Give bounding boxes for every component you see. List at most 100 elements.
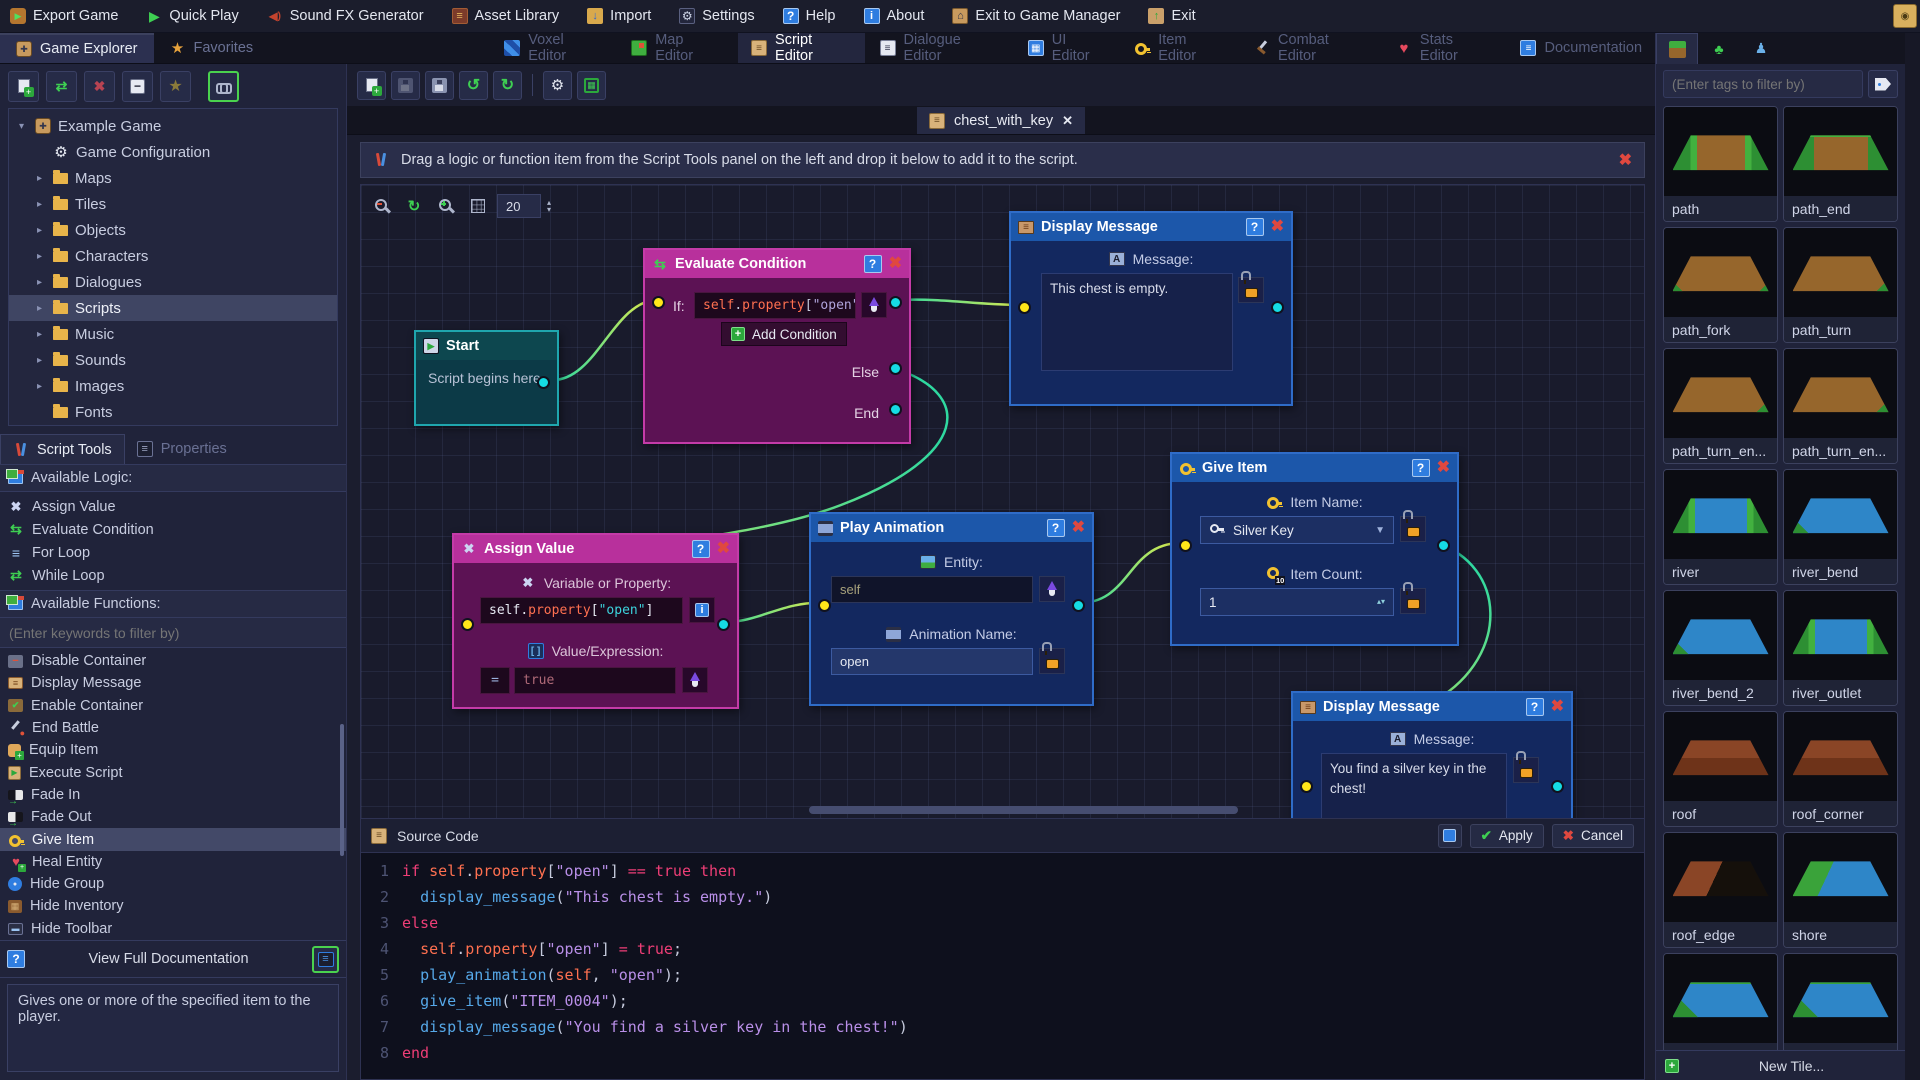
node-header[interactable]: Play Animation ? ✖ bbox=[811, 514, 1092, 542]
output-port[interactable] bbox=[1072, 599, 1085, 612]
function-item[interactable]: Execute Script bbox=[0, 761, 346, 783]
zoom-in-button[interactable] bbox=[433, 193, 459, 219]
message-textarea[interactable]: This chest is empty. bbox=[1041, 273, 1233, 371]
tile-card[interactable]: path_turn_en... bbox=[1783, 348, 1898, 464]
output-port[interactable] bbox=[717, 618, 730, 631]
script-canvas[interactable]: ↻ 20 ▴▾ Start Script begins here Evaluat… bbox=[360, 184, 1645, 820]
output-port[interactable] bbox=[1271, 301, 1284, 314]
item-name-dropdown[interactable]: Silver Key ▼ bbox=[1200, 516, 1394, 544]
function-item[interactable]: Hide Toolbar bbox=[0, 918, 346, 940]
tile-card[interactable]: shore_and_co... bbox=[1783, 953, 1898, 1050]
script-settings-button[interactable] bbox=[543, 70, 572, 100]
node-header[interactable]: Assign Value ? ✖ bbox=[454, 535, 737, 563]
function-item[interactable]: Hide Group bbox=[0, 873, 346, 895]
node-help-button[interactable]: ? bbox=[691, 540, 710, 558]
save-as-button[interactable] bbox=[425, 70, 454, 100]
doc-list-button[interactable] bbox=[312, 945, 339, 973]
function-item[interactable]: Hide Inventory bbox=[0, 895, 346, 917]
operator-field[interactable]: = bbox=[480, 667, 510, 694]
function-item[interactable]: Give Item bbox=[0, 828, 346, 851]
tag-button[interactable] bbox=[1868, 70, 1898, 98]
tree-item[interactable]: ▸ Scripts bbox=[9, 295, 337, 321]
tree-item[interactable]: ▸ Images bbox=[9, 373, 337, 399]
tab-characters[interactable] bbox=[1740, 33, 1782, 64]
node-assign-value[interactable]: Assign Value ? ✖ Variable or Property: s… bbox=[452, 533, 739, 709]
undo-button[interactable] bbox=[459, 70, 488, 100]
logic-item[interactable]: Assign Value bbox=[0, 495, 346, 518]
tab-tiles[interactable] bbox=[1656, 33, 1698, 64]
node-start-header[interactable]: Start bbox=[416, 332, 557, 360]
input-port[interactable] bbox=[461, 618, 474, 631]
function-item[interactable]: Heal Entity bbox=[0, 851, 346, 873]
end-output-port[interactable] bbox=[889, 403, 902, 416]
menu-item[interactable]: Settings bbox=[679, 8, 755, 24]
menu-item[interactable]: About bbox=[863, 8, 924, 24]
collapse-all-button[interactable] bbox=[122, 70, 153, 102]
entity-field[interactable]: self bbox=[831, 576, 1033, 603]
node-evaluate-header[interactable]: Evaluate Condition ? ✖ bbox=[645, 250, 909, 278]
tile-card[interactable]: path_fork bbox=[1663, 227, 1778, 343]
tree-item[interactable]: Fonts bbox=[9, 399, 337, 425]
zoom-out-button[interactable] bbox=[369, 193, 395, 219]
tree-item[interactable]: ▸ Characters bbox=[9, 243, 337, 269]
editor-tab[interactable]: Dialogue Editor bbox=[867, 32, 1013, 64]
lock-button[interactable] bbox=[1238, 277, 1264, 303]
new-tile-bar[interactable]: New Tile... bbox=[1656, 1050, 1905, 1080]
tile-card[interactable]: river_bend bbox=[1783, 469, 1898, 585]
zoom-reset-button[interactable]: ↻ bbox=[401, 193, 427, 219]
tree-item[interactable]: ▾ Example Game bbox=[9, 113, 337, 139]
tree-item[interactable]: ▸ Sounds bbox=[9, 347, 337, 373]
menu-item[interactable]: Sound FX Generator bbox=[267, 8, 424, 24]
node-close-button[interactable]: ✖ bbox=[1551, 699, 1564, 715]
info-button[interactable] bbox=[689, 597, 715, 623]
help-icon[interactable]: ? bbox=[7, 950, 25, 968]
function-item[interactable]: Fade In bbox=[0, 784, 346, 807]
tool-panel-tab[interactable]: Properties bbox=[125, 434, 239, 464]
else-output-port[interactable] bbox=[889, 362, 902, 375]
save-button[interactable] bbox=[391, 70, 420, 100]
editor-tab[interactable]: Combat Editor bbox=[1241, 32, 1381, 64]
item-count-field[interactable]: 1 ▴▾ bbox=[1200, 588, 1394, 616]
tree-item[interactable]: ▸ Tiles bbox=[9, 191, 337, 217]
function-item[interactable]: Disable Container bbox=[0, 650, 346, 672]
menu-item[interactable]: Export Game bbox=[10, 8, 118, 24]
tile-filter-input[interactable] bbox=[1663, 70, 1863, 98]
expression-wizard-button[interactable] bbox=[682, 667, 708, 693]
logic-item[interactable]: For Loop bbox=[0, 541, 346, 564]
tree-item[interactable]: ▸ Music bbox=[9, 321, 337, 347]
expression-wizard-button[interactable] bbox=[861, 292, 887, 318]
menu-item[interactable]: Quick Play bbox=[146, 8, 238, 24]
view-docs-button[interactable]: View Full Documentation bbox=[31, 951, 306, 967]
node-close-button[interactable]: ✖ bbox=[717, 541, 730, 557]
node-header[interactable]: Give Item ? ✖ bbox=[1172, 454, 1457, 482]
grid-size-stepper[interactable]: ▴ ▾ bbox=[547, 199, 551, 214]
refresh-button[interactable] bbox=[46, 70, 77, 102]
node-help-button[interactable]: ? bbox=[863, 255, 882, 273]
apply-button[interactable]: ✔ Apply bbox=[1469, 823, 1544, 848]
editor-tab[interactable]: Script Editor bbox=[738, 32, 865, 64]
node-display-message-2[interactable]: Display Message ? ✖ Message: You find a … bbox=[1291, 691, 1573, 819]
app-corner-button[interactable] bbox=[1893, 4, 1917, 28]
editor-tab[interactable]: Voxel Editor bbox=[491, 32, 616, 64]
tile-card[interactable]: path_turn bbox=[1783, 227, 1898, 343]
output-port[interactable] bbox=[889, 296, 902, 309]
lock-button[interactable] bbox=[1400, 588, 1426, 614]
tree-item[interactable]: ▸ Maps bbox=[9, 165, 337, 191]
node-close-button[interactable]: ✖ bbox=[1072, 520, 1085, 536]
input-port[interactable] bbox=[652, 296, 665, 309]
fit-view-button[interactable] bbox=[577, 70, 606, 100]
function-list-scrollbar[interactable] bbox=[340, 724, 344, 856]
lock-button[interactable] bbox=[1039, 648, 1065, 674]
animation-name-field[interactable]: open bbox=[831, 648, 1033, 675]
tile-card[interactable]: roof bbox=[1663, 711, 1778, 827]
menu-item[interactable]: Asset Library bbox=[451, 8, 559, 24]
condition-field[interactable]: self.property["open"] == t bbox=[694, 292, 856, 319]
node-help-button[interactable]: ? bbox=[1411, 459, 1430, 477]
lock-button[interactable] bbox=[1400, 516, 1426, 542]
editor-tab[interactable]: Map Editor bbox=[618, 32, 736, 64]
add-condition-button[interactable]: Add Condition bbox=[721, 322, 847, 346]
tile-card[interactable]: path_turn_en... bbox=[1663, 348, 1778, 464]
new-script-button[interactable] bbox=[357, 70, 386, 100]
logic-item[interactable]: Evaluate Condition bbox=[0, 518, 346, 541]
tile-card[interactable]: shore_and_co... bbox=[1663, 953, 1778, 1050]
